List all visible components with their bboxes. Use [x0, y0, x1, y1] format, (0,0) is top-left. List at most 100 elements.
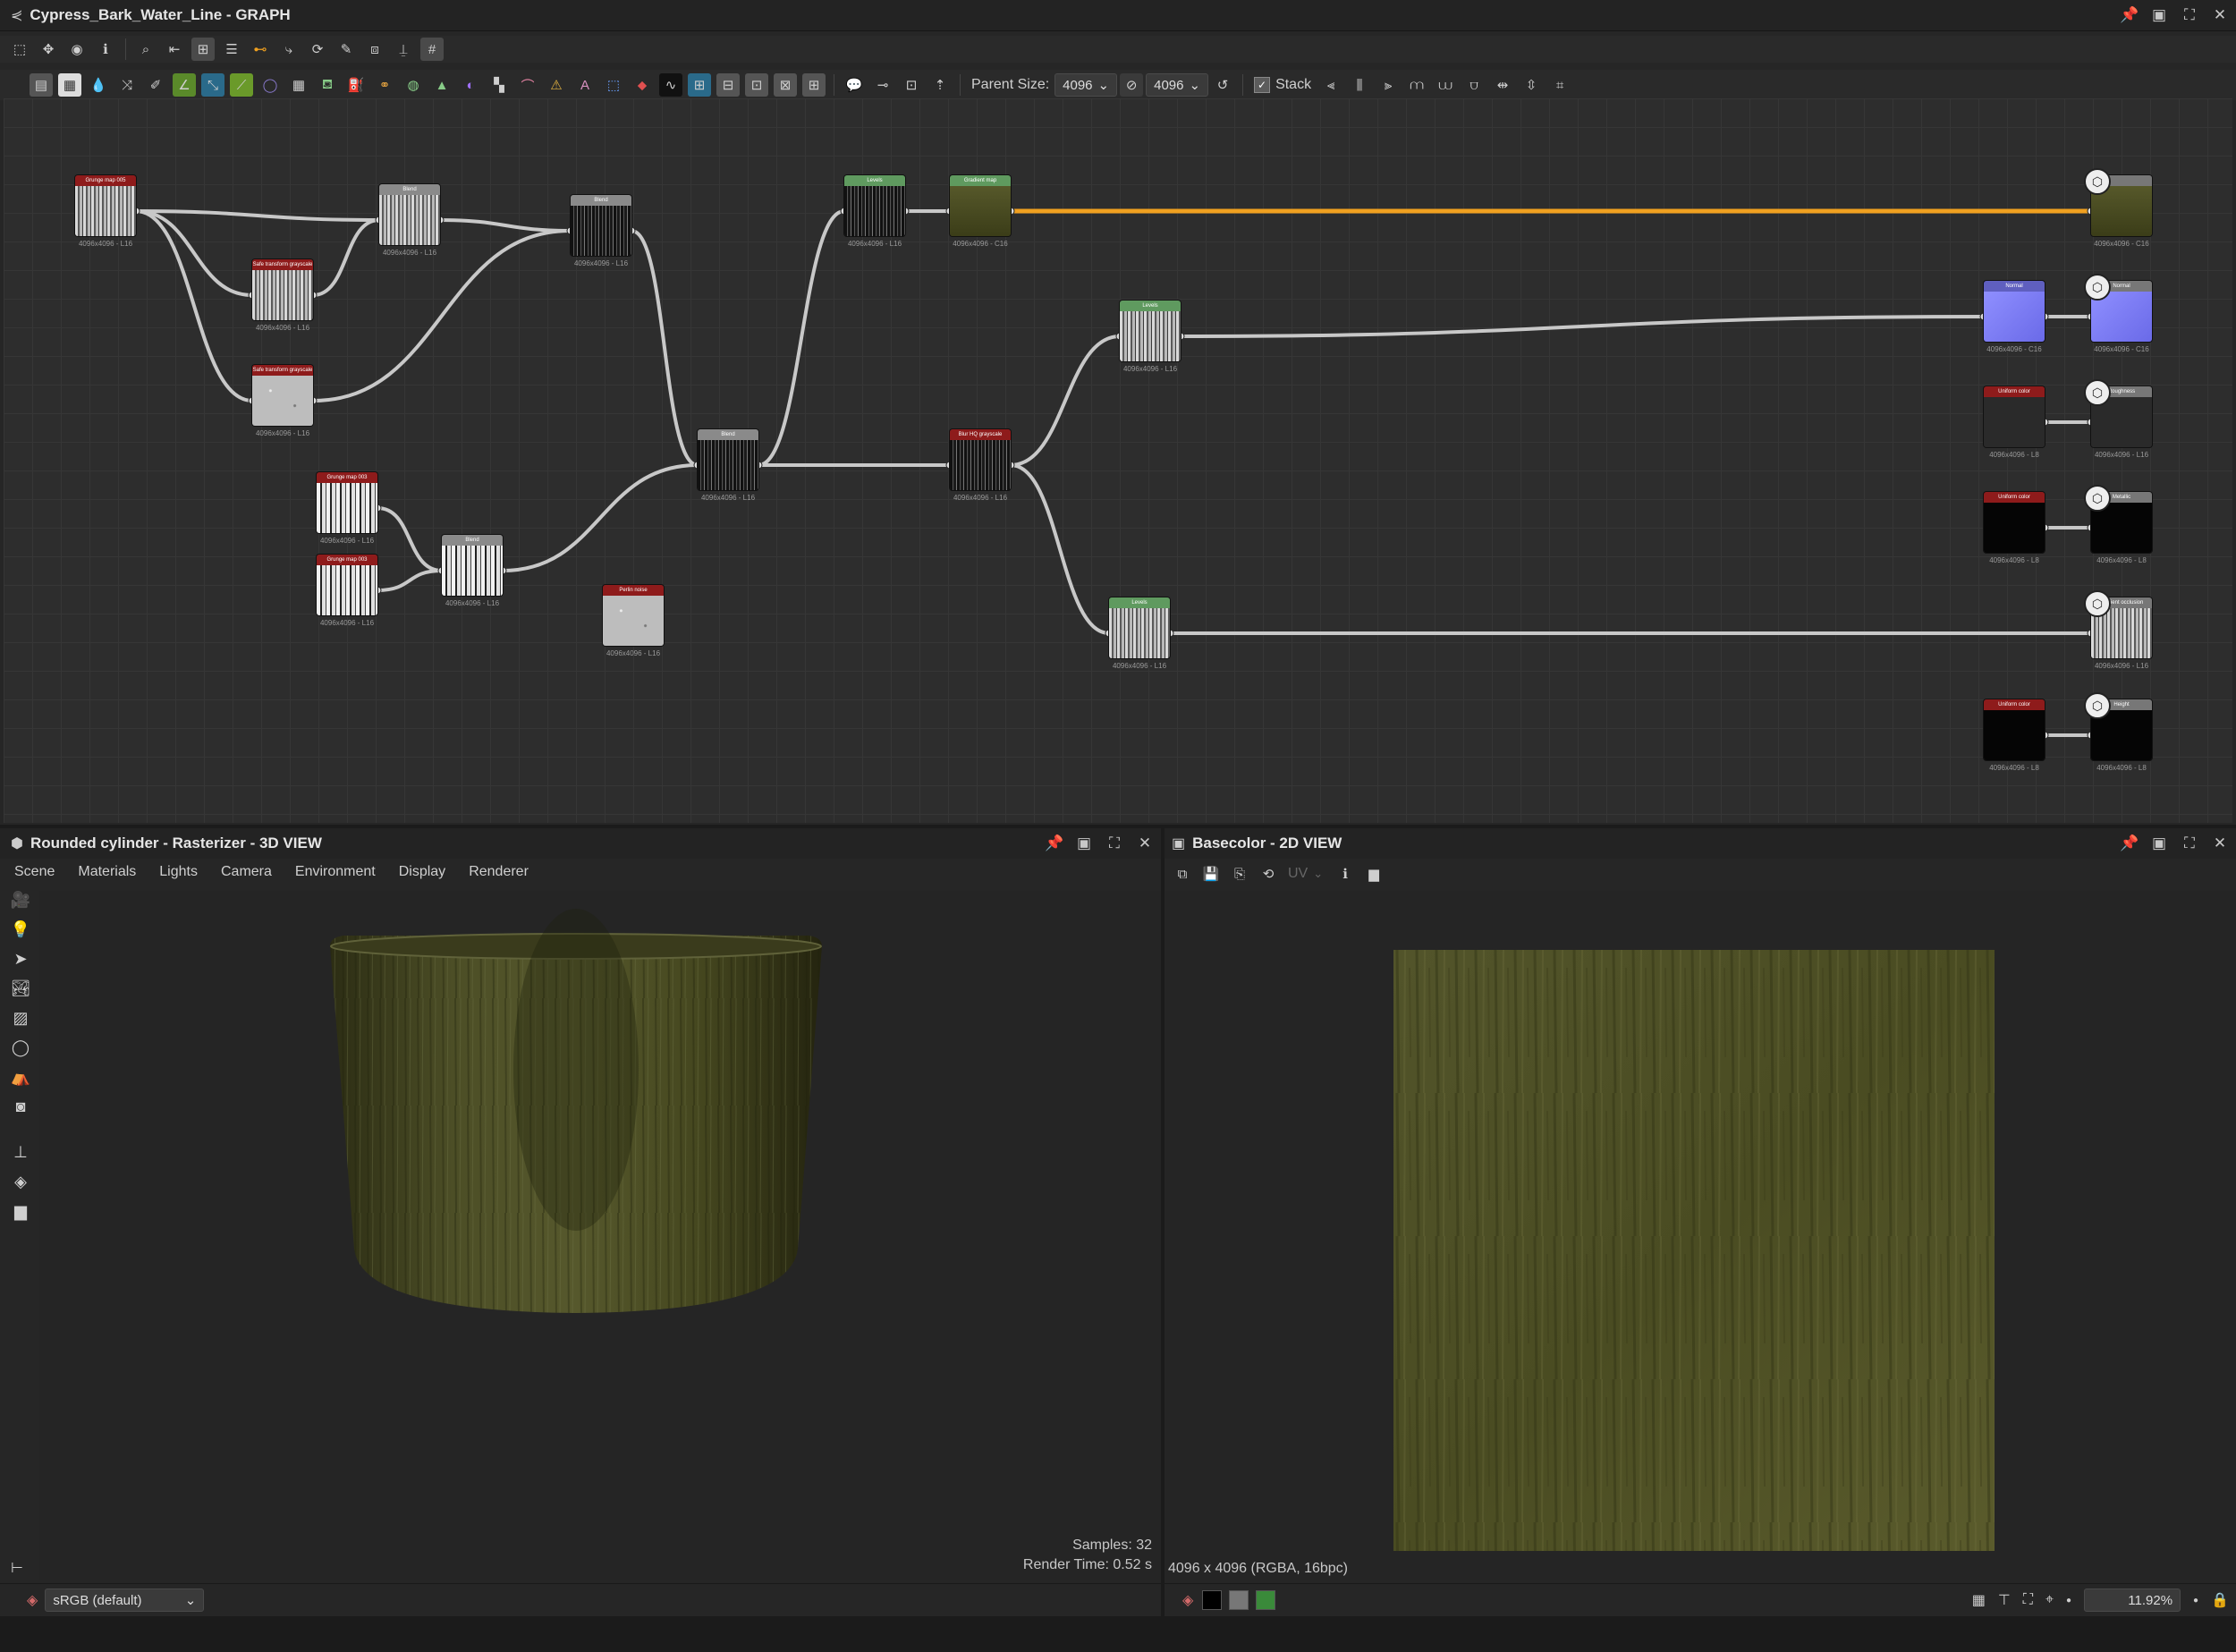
gradient-icon[interactable]: ⟋ [230, 73, 253, 97]
fit-icon[interactable]: ⛶ [2023, 1592, 2033, 1608]
graph-node[interactable]: Levels [844, 175, 905, 236]
axis-icon[interactable]: ⊥ [13, 1143, 28, 1162]
transform-icon[interactable]: ⤡ [201, 73, 224, 97]
view3d-viewport[interactable]: Samples: 32 Render Time: 0.52 s ⊢ [11, 891, 1161, 1580]
environment-icon[interactable]: 🏞 [11, 979, 31, 998]
brush-icon[interactable]: ✐ [144, 73, 167, 97]
distribute-v-icon[interactable]: ⇳ [1520, 73, 1543, 97]
drop-icon[interactable]: 💧 [87, 73, 110, 97]
link-ratio-icon[interactable]: ⊘ [1120, 73, 1144, 97]
color-swatch[interactable] [1256, 1590, 1276, 1610]
frame-node-icon[interactable]: ⬚ [602, 73, 625, 97]
camera-icon[interactable]: 🎥 [11, 891, 30, 910]
graph-node[interactable]: Safe transform grayscale [252, 259, 313, 320]
value-icon[interactable]: ∿ [659, 73, 682, 97]
color-wheel-icon[interactable]: ◐ [459, 73, 482, 97]
output-cube-icon[interactable]: ⬡ [2084, 485, 2111, 512]
snap-icon[interactable]: ⌗ [1548, 73, 1571, 97]
uv-label[interactable]: UV [1288, 866, 1308, 882]
frame-icon[interactable]: ⬚ [8, 38, 31, 61]
paint-icon[interactable]: ⛽ [344, 73, 368, 97]
pattern-4-icon[interactable]: ⊞ [802, 73, 826, 97]
graph-node[interactable]: Grunge map 003 [317, 472, 377, 533]
align-middle-icon[interactable]: ⩊ [1434, 73, 1457, 97]
text-icon[interactable]: A [573, 73, 597, 97]
bitmap-node-icon[interactable]: ▦ [58, 73, 81, 97]
restore-icon[interactable]: ▣ [1075, 834, 1093, 852]
histogram-icon[interactable]: ▲ [430, 73, 453, 97]
blend-icon[interactable]: ⚭ [373, 73, 396, 97]
pattern-2-icon[interactable]: ⊡ [745, 73, 768, 97]
dot-icon[interactable]: ⊸ [871, 73, 894, 97]
tiles-icon[interactable]: ▦ [287, 73, 310, 97]
link-icon[interactable]: ⤷ [277, 38, 301, 61]
maximize-icon[interactable]: ⛶ [1105, 834, 1123, 852]
graph-node[interactable]: Uniform color [1984, 699, 2045, 760]
parent-size-dropdown[interactable]: 4096 ⌄ [1054, 73, 1118, 97]
align-icon[interactable]: ⇤ [163, 38, 186, 61]
graph-node[interactable]: Safe transform grayscale [252, 365, 313, 426]
size-dropdown[interactable]: 4096 ⌄ [1146, 73, 1209, 97]
fill-icon[interactable]: ⛾ [316, 73, 339, 97]
graph-node[interactable]: Grunge map 005 [75, 175, 136, 236]
close-icon[interactable]: ✕ [2211, 6, 2229, 24]
graph-node[interactable]: Blend [379, 184, 440, 245]
shuffle-icon[interactable]: ⤨ [115, 73, 139, 97]
hierarchy-icon[interactable]: ⊢ [11, 1559, 23, 1577]
sphere-icon[interactable]: ◯ [258, 73, 282, 97]
zoom-field[interactable]: 11.92% [2084, 1588, 2181, 1612]
output-cube-icon[interactable]: ⬡ [2084, 274, 2111, 301]
frame-snap-icon[interactable]: ⧈ [363, 38, 386, 61]
menu-item-lights[interactable]: Lights [159, 864, 198, 880]
menu-item-environment[interactable]: Environment [295, 864, 376, 880]
save-icon[interactable]: 💾 [1199, 862, 1223, 885]
menu-item-display[interactable]: Display [399, 864, 445, 880]
graph-node[interactable]: Levels [1120, 301, 1181, 361]
graph-canvas[interactable]: Grunge map 005 4096x4096 - L16 Safe transf… [4, 98, 2232, 823]
graph-node[interactable]: Grunge map 003 [317, 555, 377, 615]
align-top-icon[interactable]: ⩋ [1405, 73, 1428, 97]
pin-icon[interactable]: 📌 [2120, 6, 2139, 24]
grid-icon[interactable]: # [420, 38, 444, 61]
close-icon[interactable]: ✕ [1136, 834, 1154, 852]
info-icon[interactable]: ℹ [1334, 862, 1357, 885]
distribute-h-icon[interactable]: ⇹ [1491, 73, 1514, 97]
layers-icon[interactable]: ◈ [14, 1173, 27, 1191]
layers-icon[interactable]: ◈ [1182, 1591, 1193, 1609]
uv-grid-icon[interactable]: ⊞ [688, 73, 711, 97]
stack-checkbox[interactable]: ✓ [1254, 77, 1271, 93]
gray-swatch[interactable] [1229, 1590, 1249, 1610]
copy-icon[interactable]: ⎘ [1228, 862, 1251, 885]
output-cube-icon[interactable]: ⬡ [2084, 590, 2111, 617]
menu-item-renderer[interactable]: Renderer [469, 864, 529, 880]
align-right-icon[interactable]: ⫸ [1376, 73, 1400, 97]
connect-icon[interactable]: ⊷ [249, 38, 272, 61]
menu-item-materials[interactable]: Materials [78, 864, 136, 880]
graph-node[interactable]: Blend [571, 195, 631, 256]
stamp-icon[interactable]: ⍊ [392, 38, 415, 61]
tile-icon[interactable]: ⊤ [1998, 1591, 2011, 1609]
histogram-icon[interactable]: ▆ [1362, 862, 1385, 885]
pin-add-icon[interactable]: ⇡ [928, 73, 952, 97]
maximize-icon[interactable]: ⛶ [2181, 6, 2198, 24]
pin-icon[interactable]: 📌 [1045, 834, 1063, 852]
graph-node[interactable]: Blend [698, 429, 758, 490]
graph-node[interactable]: Uniform color [1984, 386, 2045, 447]
graph-node[interactable]: Levels [1109, 597, 1170, 658]
search-icon[interactable]: ⌕ [134, 38, 157, 61]
view2d-viewport[interactable]: 4096 x 4096 (RGBA, 16bpc) [1165, 891, 2236, 1580]
circle-icon[interactable]: ◍ [402, 73, 425, 97]
lock-icon[interactable]: 🔒 [2211, 1591, 2229, 1609]
align-bottom-icon[interactable]: ⩌ [1462, 73, 1486, 97]
binary-icon[interactable]: ▚ [487, 73, 511, 97]
curve-icon[interactable]: ∠ [173, 73, 196, 97]
camera-icon[interactable]: ◉ [65, 38, 89, 61]
lamp-icon[interactable]: ⛺ [11, 1068, 30, 1087]
graph-node[interactable]: Perlin noise [603, 585, 664, 646]
info-icon[interactable]: ℹ [94, 38, 117, 61]
move-icon[interactable]: ✥ [37, 38, 60, 61]
export-icon[interactable]: ⧉ [1171, 862, 1194, 885]
comment-icon[interactable]: 💬 [843, 73, 866, 97]
wave-icon[interactable]: ⌒ [516, 73, 539, 97]
pattern-3-icon[interactable]: ⊠ [774, 73, 797, 97]
